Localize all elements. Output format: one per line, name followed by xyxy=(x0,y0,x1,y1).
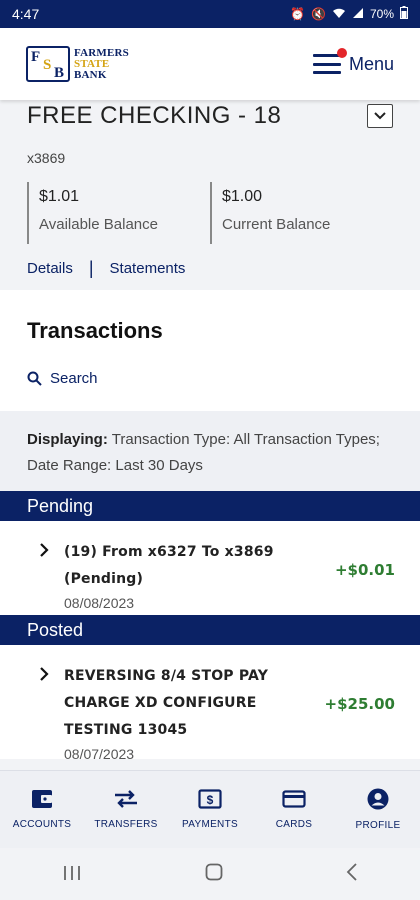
notification-dot xyxy=(336,48,347,58)
status-icons: ⏰ 🔇 70% xyxy=(290,6,408,22)
logo-wordmark: FARMERS STATE BANK xyxy=(74,46,129,81)
wallet-icon xyxy=(32,790,52,808)
logo-letter-s: S xyxy=(43,57,52,73)
available-balance-amount: $1.01 xyxy=(39,188,80,205)
transaction-date: 08/08/2023 xyxy=(64,595,135,611)
chevron-down-icon xyxy=(374,112,386,120)
credit-card-icon xyxy=(282,790,306,808)
nav-payments-label: PAYMENTS xyxy=(182,819,238,830)
current-balance-label: Current Balance xyxy=(222,216,331,233)
transaction-info: REVERSING 8/4 STOP PAY CHARGE XD CONFIGU… xyxy=(64,663,325,762)
recent-apps-button[interactable] xyxy=(62,861,82,887)
search-label: Search xyxy=(50,370,98,387)
transaction-row[interactable]: REVERSING 8/4 STOP PAY CHARGE XD CONFIGU… xyxy=(0,645,420,762)
transaction-amount: +$0.01 xyxy=(334,561,395,579)
account-title: FREE CHECKING - 18 xyxy=(27,102,282,129)
status-bar: 4:47 ⏰ 🔇 70% xyxy=(0,0,420,28)
transaction-info: (19) From x6327 To x3869 (Pending) 08/08… xyxy=(64,539,335,611)
nav-accounts-label: ACCOUNTS xyxy=(12,819,72,830)
transaction-date: 08/07/2023 xyxy=(64,746,135,762)
nav-payments[interactable]: $ PAYMENTS xyxy=(168,771,252,848)
alarm-icon: ⏰ xyxy=(290,7,306,21)
search-button[interactable]: Search xyxy=(0,344,420,411)
profile-icon xyxy=(367,788,389,810)
back-icon xyxy=(347,863,357,881)
statements-link[interactable]: Statements xyxy=(110,260,186,277)
svg-text:$: $ xyxy=(207,793,214,807)
app-header: F S B FARMERS STATE BANK Menu xyxy=(0,28,420,100)
account-title-row: FREE CHECKING - 18 xyxy=(27,100,393,130)
current-balance: $1.00 Current Balance xyxy=(210,182,393,244)
status-time: 4:47 xyxy=(12,6,40,22)
menu-label: Menu xyxy=(348,53,394,74)
nav-transfers-label: TRANSFERS xyxy=(94,819,158,830)
nav-profile[interactable]: PROFILE xyxy=(336,771,420,848)
nav-cards-label: CARDS xyxy=(275,819,313,830)
mute-icon: 🔇 xyxy=(311,7,326,21)
transactions-panel: Transactions Search Displaying: Transact… xyxy=(0,290,420,762)
wifi-icon xyxy=(332,7,346,22)
nav-profile-label: PROFILE xyxy=(355,820,401,831)
system-nav-bar xyxy=(0,848,420,900)
account-dropdown-button[interactable] xyxy=(367,104,393,128)
details-link[interactable]: Details xyxy=(27,260,73,277)
transaction-amount: +$25.00 xyxy=(324,695,395,713)
logo-word-state: STATE xyxy=(74,57,110,70)
current-balance-amount: $1.00 xyxy=(222,188,263,205)
home-icon xyxy=(205,863,223,881)
posted-section-header: Posted xyxy=(0,615,420,645)
logo-word-farmers: FARMERS xyxy=(74,46,129,59)
balances: $1.01 Available Balance $1.00 Current Ba… xyxy=(27,182,393,244)
account-links: Details | Statements xyxy=(27,258,393,279)
account-summary: FREE CHECKING - 18 x3869 $1.01 Available… xyxy=(0,100,420,290)
recent-apps-icon xyxy=(63,866,80,880)
battery-percent: 70% xyxy=(369,7,394,21)
logo-letter-b: B xyxy=(54,65,65,81)
transaction-description: (19) From x6327 To x3869 (Pending) xyxy=(64,544,274,587)
hamburger-icon xyxy=(312,48,347,74)
transaction-description: REVERSING 8/4 STOP PAY CHARGE XD CONFIGU… xyxy=(64,668,269,738)
filter-prefix: Displaying: xyxy=(27,431,108,448)
nav-cards[interactable]: CARDS xyxy=(252,771,336,848)
menu-button[interactable]: Menu xyxy=(312,48,394,75)
dollar-bill-icon: $ xyxy=(198,789,222,809)
transfer-arrows-icon xyxy=(115,790,137,808)
link-separator: | xyxy=(88,258,94,278)
logo-word-bank: BANK xyxy=(74,68,107,81)
signal-icon xyxy=(352,7,364,22)
logo-letter-f: F xyxy=(31,49,41,65)
battery-icon xyxy=(400,6,408,22)
chevron-right-icon xyxy=(40,543,49,560)
pending-section-header: Pending xyxy=(0,491,420,521)
chevron-right-icon xyxy=(40,667,49,684)
search-icon xyxy=(27,371,42,386)
account-number: x3869 xyxy=(27,150,66,166)
nav-accounts[interactable]: ACCOUNTS xyxy=(0,771,84,848)
bottom-nav: ACCOUNTS TRANSFERS $ PAYMENTS CARDS PROF… xyxy=(0,770,420,848)
nav-transfers[interactable]: TRANSFERS xyxy=(84,771,168,848)
available-balance: $1.01 Available Balance xyxy=(27,182,210,244)
transaction-row[interactable]: (19) From x6327 To x3869 (Pending) 08/08… xyxy=(0,521,420,615)
home-button[interactable] xyxy=(205,861,223,887)
available-balance-label: Available Balance xyxy=(39,216,158,233)
transactions-heading: Transactions xyxy=(27,318,163,343)
bank-logo[interactable]: F S B FARMERS STATE BANK xyxy=(26,46,129,82)
filter-summary: Displaying: Transaction Type: All Transa… xyxy=(0,411,420,491)
logo-monogram: F S B xyxy=(26,46,70,82)
back-button[interactable] xyxy=(346,861,358,887)
